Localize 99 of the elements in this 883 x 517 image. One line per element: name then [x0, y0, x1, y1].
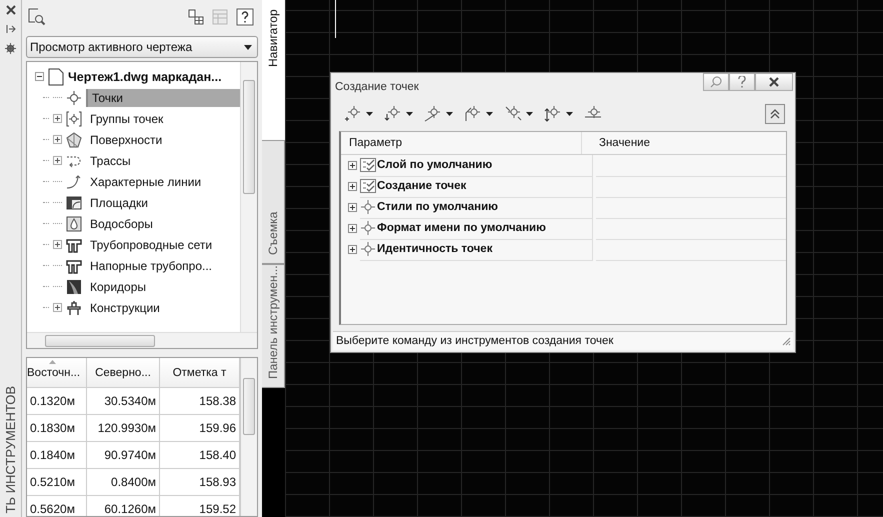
table-cell: 0.1320м — [27, 388, 87, 415]
scrollbar[interactable] — [240, 62, 257, 332]
expand-icon[interactable] — [53, 135, 62, 144]
tree-item[interactable]: Напорные трубопро... — [86, 256, 216, 274]
site-icon — [66, 194, 82, 210]
crosshair-icon — [66, 90, 82, 106]
table-cell: 90.9740м — [87, 442, 160, 469]
tree-item[interactable]: Группы точек — [86, 110, 168, 128]
expand-icon[interactable] — [348, 203, 357, 212]
side-tab[interactable]: Панель инструмен... — [262, 264, 285, 388]
checklist-icon — [360, 179, 376, 193]
tool-button[interactable] — [383, 105, 413, 123]
crosshair-icon — [360, 199, 376, 215]
property-label[interactable]: Стили по умолчанию — [377, 201, 498, 213]
table-cell: 60.1260м — [87, 496, 160, 516]
tree-item[interactable]: Коридоры — [86, 278, 150, 296]
tool-button[interactable] — [503, 105, 533, 123]
pentagon-icon — [66, 132, 82, 148]
table-cell: 0.1830м — [27, 415, 87, 442]
caret-icon — [566, 112, 573, 116]
expand-icon[interactable] — [348, 224, 357, 233]
scrollbar[interactable] — [27, 332, 257, 348]
magnifier-icon[interactable] — [28, 8, 46, 26]
expand-icon[interactable] — [348, 245, 357, 254]
caret-icon — [526, 112, 533, 116]
caret-icon — [446, 112, 453, 116]
arrow-right-icon[interactable] — [6, 24, 16, 34]
pipe-icon — [66, 236, 82, 252]
close-button[interactable] — [755, 73, 793, 91]
table-cell: 0.5620м — [27, 496, 87, 516]
column-header[interactable]: Северно... — [87, 358, 160, 388]
caret-icon — [486, 112, 493, 116]
drop-icon — [66, 216, 82, 232]
property-label[interactable]: Идентичность точек — [377, 243, 492, 255]
checklist-icon — [360, 158, 376, 172]
structure-icon — [66, 300, 82, 316]
tree-item[interactable]: Поверхности — [86, 130, 166, 148]
property-label[interactable]: Слой по умолчанию — [377, 159, 492, 171]
scrollbar[interactable] — [240, 358, 257, 516]
view-dropdown[interactable]: Просмотр активного чертежа — [26, 36, 258, 58]
crosshair-icon — [360, 220, 376, 236]
document-icon — [48, 68, 64, 86]
column-header[interactable]: Отметка т — [160, 358, 240, 388]
help-icon[interactable] — [236, 8, 254, 26]
expand-icon[interactable] — [53, 303, 62, 312]
caret-icon — [244, 44, 252, 50]
property-label[interactable]: Формат имени по умолчанию — [377, 222, 546, 234]
pin-button[interactable] — [703, 73, 729, 91]
table-cell: 0.5210м — [27, 469, 87, 496]
tree-item[interactable]: Чертеж1.dwg маркадан... — [68, 70, 222, 84]
table-cell: 120.9930м — [87, 415, 160, 442]
column-header[interactable]: Восточн... — [27, 358, 87, 388]
expand-icon[interactable] — [348, 182, 357, 191]
close-icon[interactable] — [6, 5, 16, 15]
column-header: Значение — [598, 136, 651, 151]
gear-icon[interactable] — [5, 43, 16, 54]
tool-button[interactable] — [463, 105, 493, 123]
close-icon — [769, 77, 779, 87]
table-cell: 0.8400м — [87, 469, 160, 496]
expand-icon[interactable] — [53, 240, 62, 249]
help-button[interactable] — [729, 73, 755, 91]
table-cell: 0.1840м — [27, 442, 87, 469]
collapse-icon[interactable] — [35, 72, 44, 81]
resize-grip-icon[interactable] — [781, 336, 791, 346]
bracket-crosshair-icon — [66, 110, 82, 126]
tree-item[interactable]: Точки — [86, 88, 240, 106]
expand-icon[interactable] — [348, 161, 357, 170]
caret-icon — [366, 112, 373, 116]
tree-item[interactable]: Трассы — [86, 152, 135, 170]
curve-arrow-icon — [66, 174, 82, 190]
crosshair-cursor — [335, 0, 336, 38]
property-label[interactable]: Создание точек — [377, 180, 466, 192]
tree-item[interactable]: Характерные линии — [86, 172, 206, 190]
sort-icon — [49, 360, 56, 364]
corridor-icon — [66, 278, 82, 294]
status-text: Выберите команду из инструментов создания точек — [336, 335, 614, 347]
side-tab[interactable]: Съемка — [262, 140, 285, 264]
tree-item[interactable]: Площадки — [86, 194, 152, 212]
expand-icon[interactable] — [53, 156, 62, 165]
tool-button[interactable] — [543, 105, 573, 123]
tree-item[interactable]: Конструкции — [86, 298, 164, 316]
crosshair-icon — [360, 241, 376, 257]
collapse-button[interactable] — [765, 104, 785, 124]
expand-icon[interactable] — [53, 114, 62, 123]
caret-icon — [406, 112, 413, 116]
table-cell: 30.5340м — [87, 388, 160, 415]
tree-item[interactable]: Трубопроводные сети — [86, 236, 216, 254]
dialog-title: Создание точек — [335, 81, 419, 93]
column-header: Параметр — [341, 132, 582, 154]
palette-title: ТЬ ИНСТРУМЕНТОВ — [3, 386, 18, 513]
side-tab[interactable]: Навигатор — [262, 0, 285, 140]
question-icon — [738, 76, 746, 88]
tool-button[interactable] — [423, 105, 453, 123]
double-chevron-up-icon — [769, 108, 781, 120]
pipe-icon — [66, 258, 82, 274]
tree-item[interactable]: Водосборы — [86, 214, 157, 232]
drawing-canvas[interactable]: Создание точек Параметр Значение Слой по умолчанию Создание точек Стили по умолчанию Формат имени по умолчанию Идентичность точек Выберите команду из инструментов создания точек — [285, 0, 883, 517]
tool-button[interactable] — [343, 105, 373, 123]
grid-table-icon[interactable] — [188, 9, 204, 25]
